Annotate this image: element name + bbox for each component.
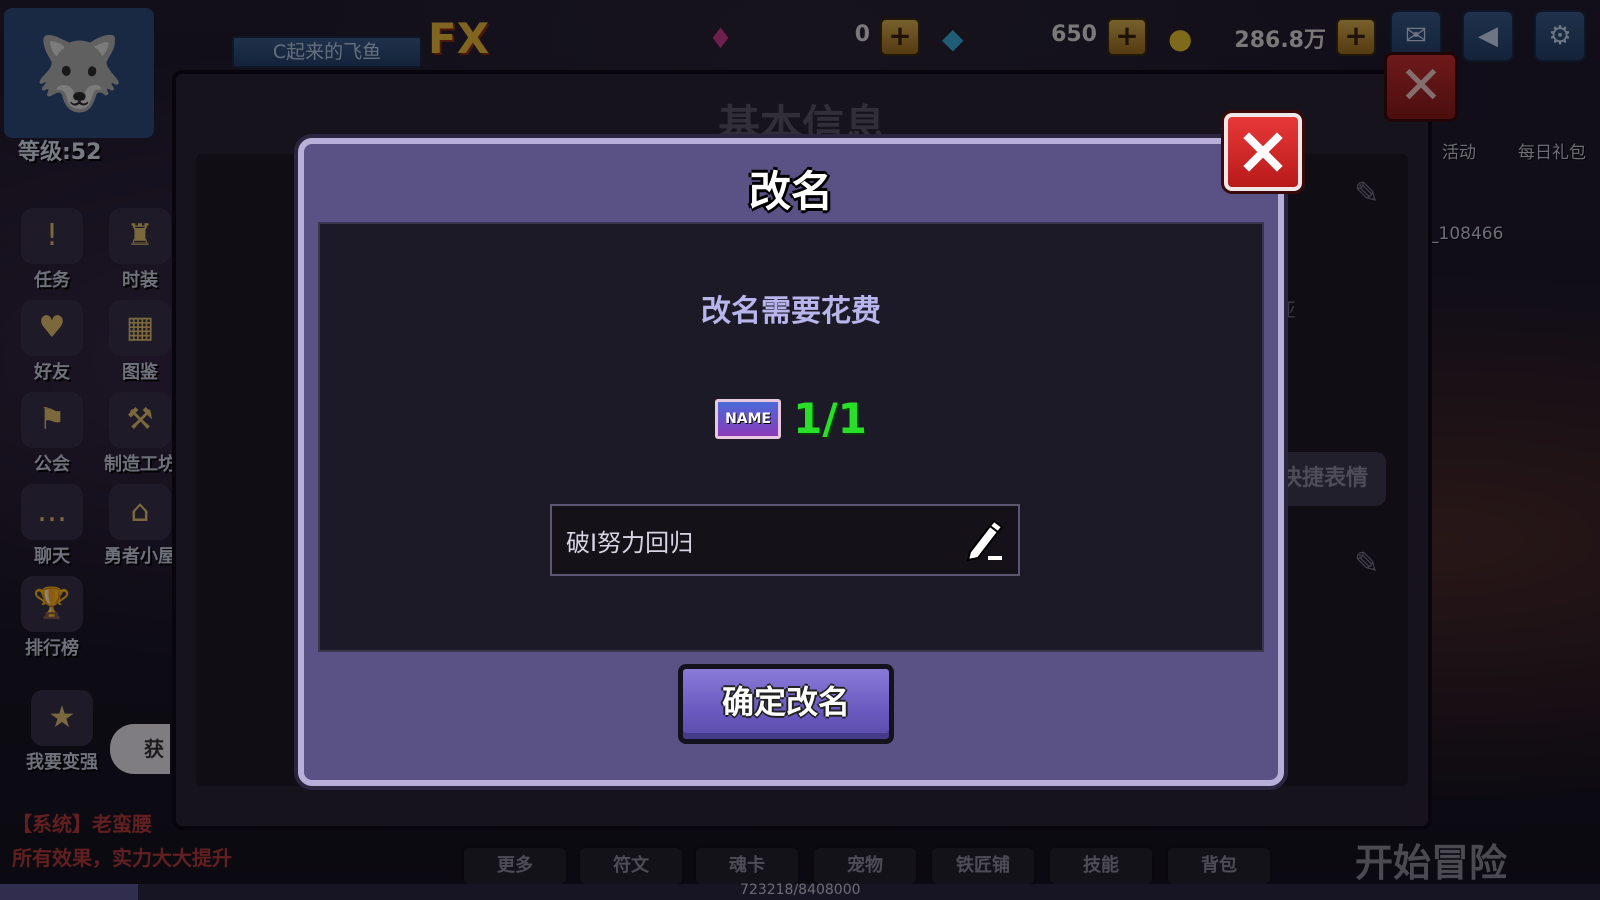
new-name-field[interactable] [550, 504, 1020, 576]
new-name-input[interactable] [566, 506, 946, 574]
close-rename-dialog-button[interactable] [1224, 113, 1302, 191]
confirm-rename-button[interactable]: 确定改名 [678, 664, 894, 744]
rename-dialog-body: 改名需要花费 NAME 1/1 [318, 222, 1264, 652]
rename-cost-label: 改名需要花费 [701, 294, 881, 329]
rename-cost-row: NAME 1/1 [320, 394, 1262, 443]
pencil-icon [966, 519, 1004, 562]
rename-dialog: 改名 改名需要花费 NAME 1/1 确定改名 [298, 138, 1284, 786]
close-icon [1243, 132, 1283, 172]
rename-dialog-title: 改名 [748, 167, 833, 216]
name-card-count: 1/1 [793, 394, 867, 443]
name-card-icon: NAME [715, 398, 782, 439]
